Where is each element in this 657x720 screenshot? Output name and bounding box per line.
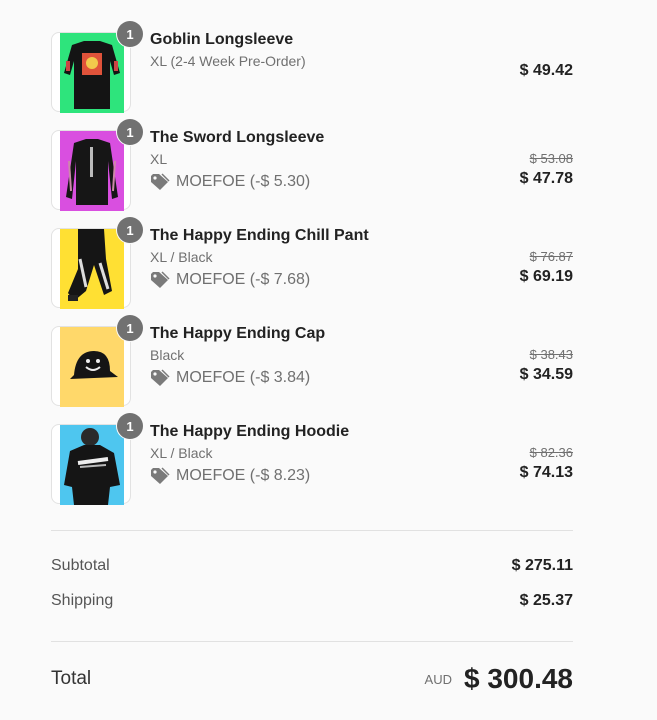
discount-code: MOEFOE (-$ 5.30): [150, 173, 450, 191]
quantity-badge: 1: [117, 315, 143, 341]
divider: [51, 530, 573, 531]
product-price: $ 74.13: [519, 464, 573, 481]
total-row: Total AUD $ 300.48: [51, 663, 573, 695]
shipping-value: $ 25.37: [519, 592, 573, 609]
divider: [51, 641, 573, 642]
product-thumbnail: [51, 326, 131, 407]
discount-code: MOEFOE (-$ 8.23): [150, 467, 450, 485]
list-item: 1 The Sword Longsleeve XL MOEFOE (-$ 5.3…: [51, 119, 573, 228]
discount-code: MOEFOE (-$ 3.84): [150, 369, 450, 387]
original-price: $ 53.08: [529, 151, 573, 166]
quantity-badge: 1: [117, 217, 143, 243]
discount-label: MOEFOE (-$ 8.23): [176, 467, 311, 484]
product-price: $ 49.42: [519, 62, 573, 79]
subtotal-row: Subtotal $ 275.11: [51, 557, 573, 575]
product-thumbnail: [51, 424, 131, 505]
product-thumbnail: [51, 32, 131, 113]
product-name: The Sword Longsleeve: [150, 129, 325, 146]
product-name: Goblin Longsleeve: [150, 31, 294, 48]
original-price: $ 82.36: [529, 445, 573, 460]
quantity-badge: 1: [117, 119, 143, 145]
product-variant: XL (2-4 Week Pre-Order): [150, 53, 306, 69]
list-item: 1 Goblin Longsleeve XL (2-4 Week Pre-Ord…: [51, 21, 573, 130]
product-name: The Happy Ending Hoodie: [150, 423, 350, 440]
product-variant: XL / Black: [150, 249, 213, 265]
total-value: $ 300.48: [464, 663, 573, 694]
discount-label: MOEFOE (-$ 5.30): [176, 173, 311, 190]
product-name: The Happy Ending Cap: [150, 325, 326, 342]
tag-icon: [151, 467, 170, 484]
list-item: 1 The Happy Ending Hoodie XL / Black MOE…: [51, 413, 573, 522]
product-variant: XL / Black: [150, 445, 213, 461]
quantity-badge: 1: [117, 21, 143, 47]
subtotal-value: $ 275.11: [511, 557, 573, 574]
currency-code: AUD: [424, 671, 452, 687]
product-thumbnail: [51, 130, 131, 211]
list-item: 1 The Happy Ending Cap Black MOEFOE (-$ …: [51, 315, 573, 424]
product-image: [60, 229, 124, 309]
subtotal-label: Subtotal: [51, 557, 110, 574]
list-item: 1 The Happy Ending Chill Pant XL / Black…: [51, 217, 573, 326]
total-label: Total: [51, 668, 92, 689]
discount-label: MOEFOE (-$ 7.68): [176, 271, 311, 288]
original-price: $ 76.87: [529, 249, 573, 264]
product-image: [60, 33, 124, 113]
product-price: $ 69.19: [519, 268, 573, 285]
product-price: $ 34.59: [519, 366, 573, 383]
order-items-list: 1 Goblin Longsleeve XL (2-4 Week Pre-Ord…: [51, 21, 573, 522]
discount-label: MOEFOE (-$ 3.84): [176, 369, 311, 386]
shipping-row: Shipping $ 25.37: [51, 592, 573, 610]
tag-icon: [151, 369, 170, 386]
tag-icon: [151, 271, 170, 288]
product-name: The Happy Ending Chill Pant: [150, 227, 369, 244]
quantity-badge: 1: [117, 413, 143, 439]
product-variant: XL: [150, 151, 168, 167]
product-thumbnail: [51, 228, 131, 309]
product-image: [60, 425, 124, 505]
original-price: $ 38.43: [529, 347, 573, 362]
product-price: $ 47.78: [519, 170, 573, 187]
product-image: [60, 131, 124, 211]
product-variant: Black: [150, 347, 185, 363]
tag-icon: [151, 173, 170, 190]
product-image: [60, 327, 124, 407]
shipping-label: Shipping: [51, 592, 114, 609]
discount-code: MOEFOE (-$ 7.68): [150, 271, 450, 289]
